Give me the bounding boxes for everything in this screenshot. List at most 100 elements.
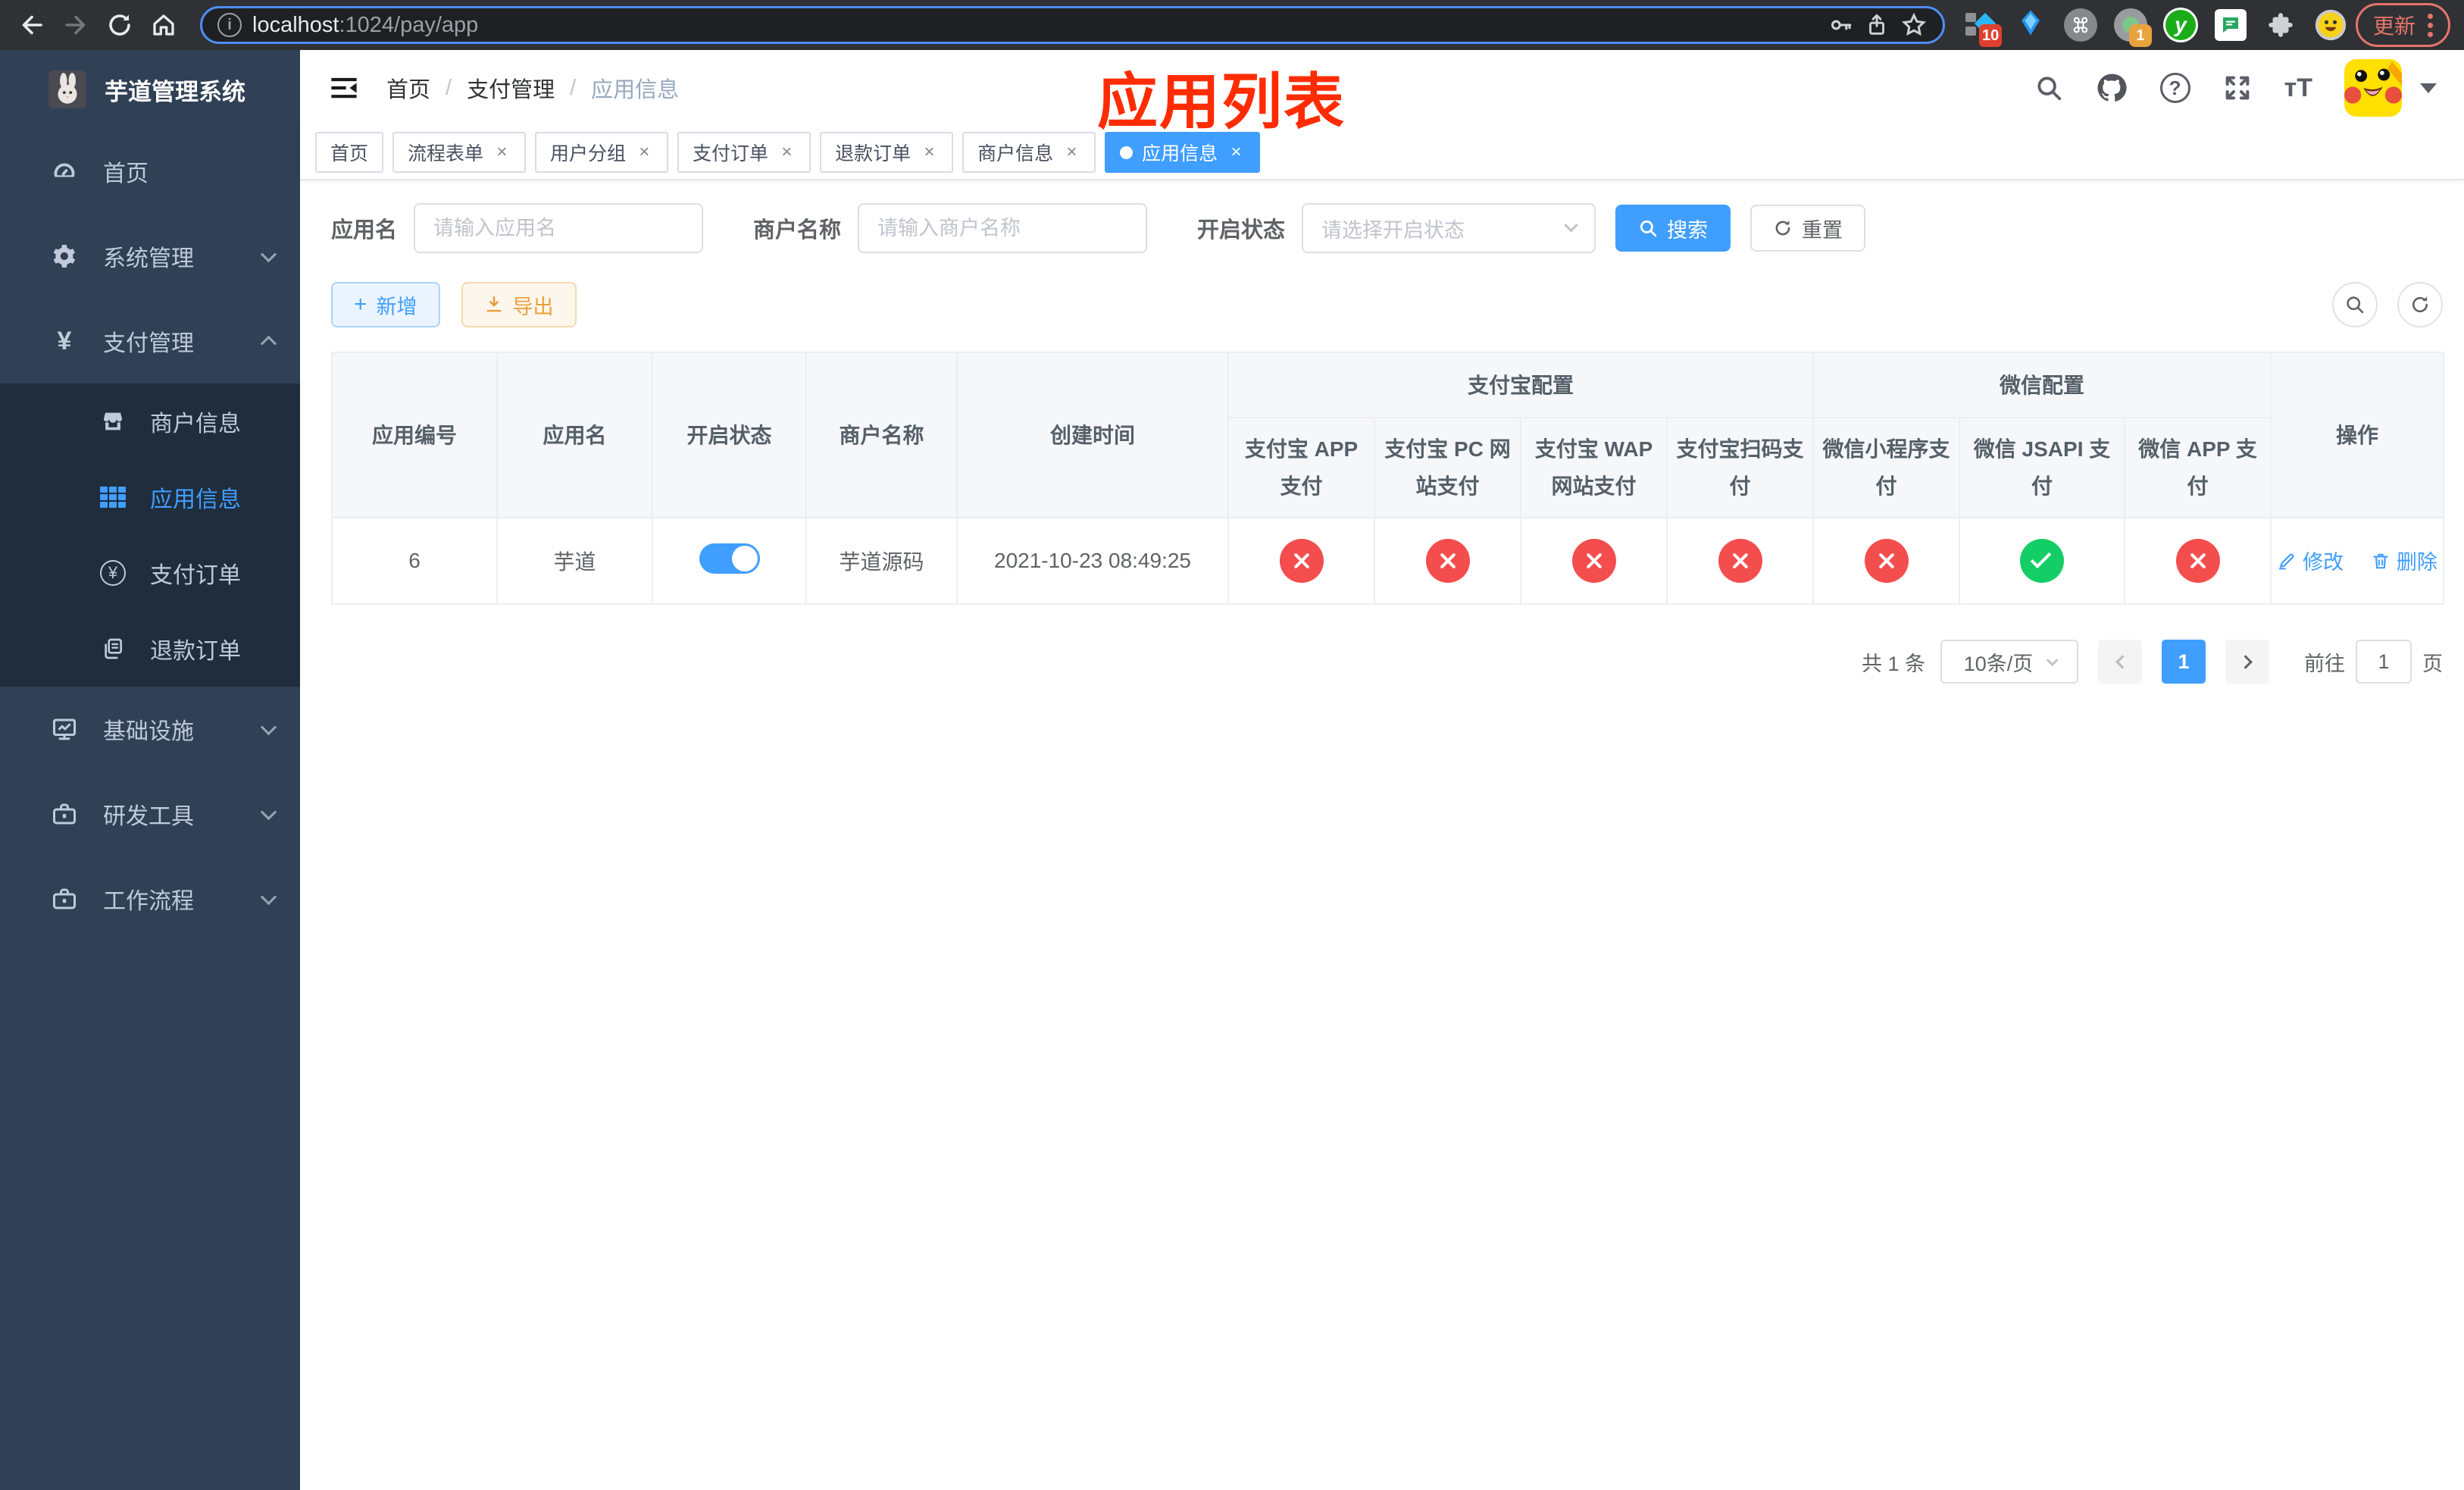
- sidebar-item-refund-order[interactable]: 退款订单: [0, 611, 300, 687]
- dashboard-icon: [50, 158, 79, 185]
- cell-app-name: 芋道: [496, 517, 653, 605]
- reset-button[interactable]: 重置: [1750, 205, 1866, 252]
- breadcrumb-home[interactable]: 首页: [386, 72, 430, 104]
- browser-update-button[interactable]: 更新: [2355, 3, 2450, 47]
- table-row: 6 芋道 芋道源码 2021-10-23 08:49:25 修改 删除: [331, 517, 2445, 605]
- avatar-dropdown-icon[interactable]: [2420, 83, 2437, 93]
- refresh-icon: [1775, 221, 1790, 236]
- logo-rabbit-icon: [48, 70, 86, 108]
- status-select[interactable]: 请选择开启状态: [1302, 203, 1596, 253]
- search-icon: [2347, 296, 2364, 314]
- search-button[interactable]: 搜索: [1615, 205, 1731, 252]
- tag-close-icon[interactable]: [920, 142, 938, 163]
- tag-label: 流程表单: [408, 143, 484, 164]
- app-logo[interactable]: 芋道管理系统: [0, 50, 300, 129]
- table-grid-icon: [98, 487, 127, 508]
- user-avatar[interactable]: [2344, 59, 2402, 117]
- extensions-puzzle-icon[interactable]: [2263, 8, 2298, 42]
- breadcrumb: 首页 支付管理 应用信息: [386, 72, 679, 104]
- refresh-icon: [2412, 296, 2428, 313]
- sidebar-item-workflow[interactable]: 工作流程: [0, 856, 300, 941]
- profile-avatar-icon[interactable]: [2313, 8, 2348, 42]
- sidebar-item-infrastructure[interactable]: 基础设施: [0, 687, 300, 772]
- extension-chat-icon[interactable]: [2213, 8, 2248, 42]
- home-icon[interactable]: [145, 7, 182, 43]
- refresh-table-button[interactable]: [2397, 282, 2443, 327]
- edit-link[interactable]: 修改: [2277, 546, 2344, 575]
- sidebar-item-payment[interactable]: ¥ 支付管理: [0, 299, 300, 383]
- alipay-app-status-icon: [1279, 539, 1324, 583]
- payment-submenu: 商户信息 应用信息 ¥ 支付订单 退款订单: [0, 383, 300, 687]
- tag-close-icon[interactable]: [1062, 142, 1080, 163]
- tag-merchant-info[interactable]: 商户信息: [962, 132, 1096, 173]
- tag-label: 支付订单: [693, 143, 769, 164]
- sidebar-item-system[interactable]: 系统管理: [0, 214, 300, 299]
- bookmark-star-icon[interactable]: [1900, 11, 1928, 39]
- extension-y-icon[interactable]: [2162, 8, 2198, 42]
- alipay-qr-status-icon: [1718, 539, 1762, 583]
- tag-refund-order[interactable]: 退款订单: [820, 132, 954, 173]
- share-icon[interactable]: [1864, 12, 1890, 38]
- github-icon[interactable]: [2095, 71, 2128, 105]
- merchant-name-input[interactable]: [858, 203, 1148, 253]
- sidebar-item-app-info[interactable]: 应用信息: [0, 459, 300, 535]
- extension-badge-count: 10: [1978, 24, 2003, 47]
- sidebar-item-label: 研发工具: [103, 804, 194, 829]
- col-merchant: 商户名称: [805, 352, 958, 518]
- tag-pay-order[interactable]: 支付订单: [677, 132, 811, 173]
- merchant-name-label: 商户名称: [753, 218, 842, 243]
- fullscreen-icon[interactable]: [2222, 73, 2253, 103]
- plus-icon: [354, 292, 367, 318]
- tag-close-icon[interactable]: [492, 142, 511, 163]
- extension-circle-icon[interactable]: 1: [2113, 8, 2152, 47]
- page-number-button[interactable]: 1: [2162, 640, 2206, 684]
- password-key-icon[interactable]: [1828, 12, 1853, 38]
- sidebar-item-merchant-info[interactable]: 商户信息: [0, 383, 300, 459]
- font-size-icon[interactable]: [2284, 74, 2312, 103]
- delete-link[interactable]: 删除: [2371, 546, 2437, 575]
- sidebar-item-home[interactable]: 首页: [0, 129, 300, 214]
- tag-close-icon[interactable]: [1227, 142, 1245, 163]
- toggle-search-button[interactable]: [2332, 282, 2378, 327]
- reload-icon[interactable]: [102, 7, 138, 43]
- extension-command-icon[interactable]: [2063, 8, 2098, 42]
- chevron-down-icon: [2047, 654, 2059, 666]
- sidebar-item-dev-tools[interactable]: 研发工具: [0, 772, 300, 856]
- browser-menu-icon[interactable]: [2428, 13, 2433, 37]
- sidebar-collapse-icon[interactable]: [327, 71, 361, 105]
- status-toggle[interactable]: [699, 543, 760, 574]
- col-app-name: 应用名: [496, 352, 653, 518]
- add-button[interactable]: 新增: [331, 282, 440, 327]
- update-label: 更新: [2372, 14, 2416, 38]
- active-dot-icon: [1120, 146, 1134, 159]
- wechat-app-status-icon: [2175, 539, 2220, 583]
- extension-balloon-icon[interactable]: [2013, 8, 2048, 42]
- tag-process-form[interactable]: 流程表单: [392, 132, 527, 173]
- help-icon[interactable]: [2159, 73, 2190, 103]
- tag-home[interactable]: 首页: [315, 132, 384, 173]
- sidebar-item-pay-order[interactable]: ¥ 支付订单: [0, 535, 300, 611]
- page-suffix-label: 页: [2422, 652, 2443, 675]
- col-alipay-app: 支付宝 APP 支付: [1227, 417, 1375, 518]
- col-wechat-mini: 微信小程序支付: [1812, 417, 1961, 518]
- header-search-icon[interactable]: [2034, 74, 2063, 102]
- forward-icon[interactable]: [58, 7, 94, 43]
- app-name-input[interactable]: [414, 203, 704, 253]
- next-page-button[interactable]: [2225, 640, 2269, 684]
- address-bar[interactable]: localhost:1024/pay/app: [200, 6, 1945, 44]
- tag-user-group[interactable]: 用户分组: [535, 132, 669, 173]
- page-size-select[interactable]: 10条/页: [1940, 640, 2078, 684]
- site-info-icon[interactable]: [217, 13, 242, 37]
- breadcrumb-payment[interactable]: 支付管理: [467, 72, 555, 104]
- tag-close-icon[interactable]: [777, 142, 796, 163]
- extension-diamond-icon[interactable]: 10: [1963, 8, 2003, 47]
- cell-merchant: 芋道源码: [805, 517, 958, 605]
- alipay-wap-status-icon: [1571, 539, 1616, 583]
- goto-page-input[interactable]: [2356, 640, 2412, 684]
- back-icon[interactable]: [14, 7, 50, 43]
- export-button[interactable]: 导出: [461, 282, 577, 327]
- total-count: 共 1 条: [1861, 652, 1925, 675]
- prev-page-button[interactable]: [2098, 640, 2142, 684]
- yuan-icon: ¥: [57, 326, 72, 355]
- tag-close-icon[interactable]: [635, 142, 653, 163]
